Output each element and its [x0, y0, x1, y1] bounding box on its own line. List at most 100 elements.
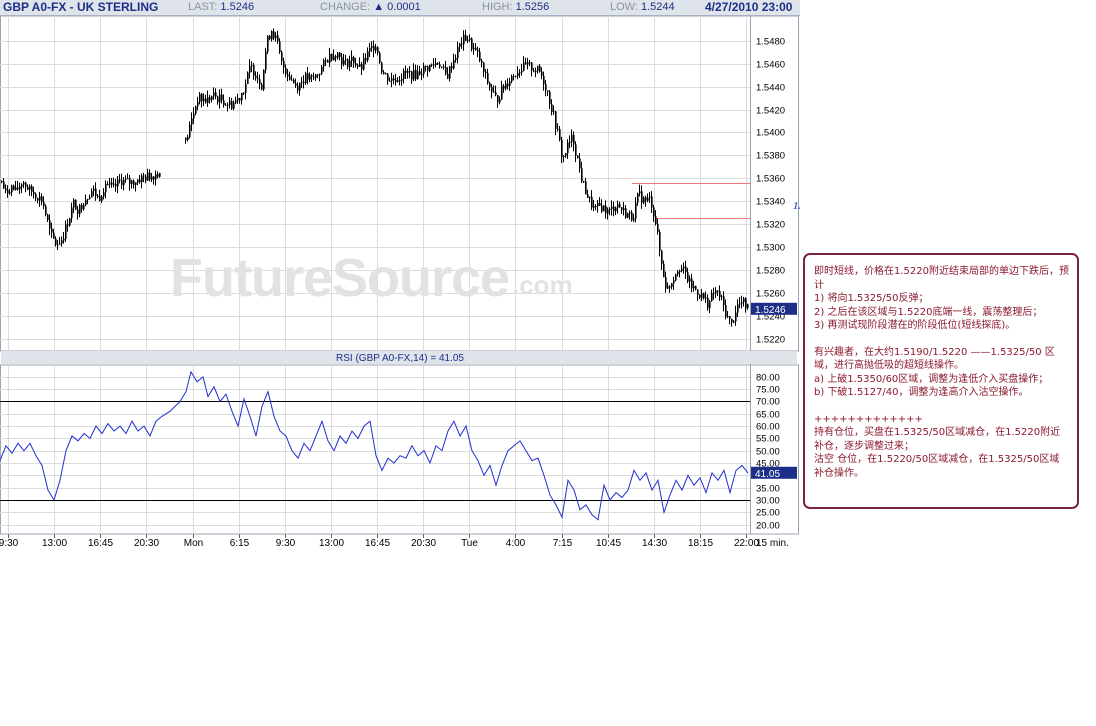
candle-body	[215, 92, 217, 97]
candle-body	[239, 98, 241, 101]
price-tick-label: 1.5460	[756, 60, 785, 71]
candle-body	[45, 206, 47, 215]
candle-body	[431, 64, 433, 66]
candle-body	[141, 175, 143, 182]
candle-body	[137, 179, 139, 183]
note-line: 即时短线，价格在1.5220附近结束局部的单边下跌后，预计	[814, 266, 1069, 291]
x-unit-label: 15 min.	[756, 538, 789, 549]
candle-body	[509, 81, 511, 87]
candle-body	[519, 72, 521, 74]
price-tick-label: 1.5220	[756, 335, 785, 346]
candle-body	[473, 47, 475, 50]
candle-body	[457, 46, 459, 58]
candle-body	[649, 196, 651, 198]
candle-body	[687, 272, 689, 282]
candle-body	[231, 101, 233, 109]
candle-body	[605, 205, 607, 214]
candle-body	[743, 298, 745, 303]
candle-body	[541, 71, 543, 76]
candle-body	[23, 182, 25, 185]
x-tick-label: 6:15	[230, 538, 250, 549]
candle-body	[321, 66, 323, 74]
candle-body	[371, 45, 373, 48]
price-tick-label: 1.5260	[756, 289, 785, 300]
candle-body	[105, 184, 107, 193]
candle-body	[657, 224, 659, 232]
candle-body	[47, 214, 49, 221]
candle-body	[207, 97, 209, 103]
candle-body	[369, 47, 371, 52]
candle-body	[591, 196, 593, 208]
candle-body	[69, 218, 71, 226]
candle-body	[663, 263, 665, 278]
candle-body	[641, 191, 643, 203]
candle-body	[49, 220, 51, 229]
price-tick-label: 1.5340	[756, 197, 785, 208]
watermark-main: FutureSource	[170, 248, 509, 308]
candle-body	[381, 62, 383, 73]
candle-body	[229, 101, 231, 105]
candle-body	[551, 104, 553, 113]
candle-body	[123, 179, 125, 186]
watermark-suffix: .com	[512, 270, 573, 300]
candle-body	[39, 196, 41, 201]
candle-body	[661, 250, 663, 264]
candle-body	[385, 73, 387, 75]
candle-body	[365, 58, 367, 61]
candle-body	[499, 99, 501, 103]
candle-body	[191, 118, 193, 125]
candle-body	[535, 70, 537, 72]
candle-body	[503, 85, 505, 89]
rsi-panel-frame	[0, 364, 799, 535]
candle-body	[261, 84, 263, 90]
candle-body	[435, 63, 437, 66]
note-line: +++++++++++++	[814, 413, 923, 425]
candle-body	[249, 65, 251, 73]
candle-body	[5, 188, 7, 191]
rsi-tick-label: 80.00	[756, 373, 780, 384]
candle-body	[211, 96, 213, 100]
candle-body	[241, 92, 243, 101]
candle-body	[311, 75, 313, 77]
candle-body	[569, 141, 571, 143]
x-tick-label: 10:45	[596, 538, 621, 549]
candle-body	[263, 69, 265, 90]
candle-body	[533, 70, 535, 72]
rsi-tick-label: 60.00	[756, 422, 780, 433]
x-tick-label: 9:30	[276, 538, 296, 549]
candle-body	[199, 93, 201, 102]
candle-body	[63, 238, 65, 241]
candle-body	[155, 174, 157, 180]
candle-body	[483, 62, 485, 72]
candle-body	[223, 100, 225, 106]
candle-body	[87, 198, 89, 200]
candle-body	[327, 60, 329, 63]
candle-body	[747, 304, 749, 308]
candle-body	[65, 224, 67, 239]
candle-body	[341, 56, 343, 65]
candle-body	[11, 185, 13, 193]
candle-body	[715, 290, 717, 294]
candle-body	[325, 60, 327, 62]
candle-body	[521, 70, 523, 73]
candle-body	[501, 85, 503, 100]
candle-body	[543, 75, 545, 85]
rsi-tick-label: 50.00	[756, 447, 780, 458]
candle-body	[421, 74, 423, 76]
candle-body	[697, 289, 699, 295]
x-tick-label: 4:00	[506, 538, 526, 549]
candle-body	[21, 184, 23, 187]
candle-body	[677, 271, 679, 275]
candle-body	[637, 193, 639, 203]
candle-body	[575, 144, 577, 156]
candle-body	[271, 31, 273, 40]
candle-body	[603, 205, 605, 212]
candle-body	[287, 74, 289, 77]
candle-body	[655, 216, 657, 225]
candle-body	[737, 304, 739, 313]
candle-body	[403, 70, 405, 79]
candle-body	[513, 75, 515, 77]
candle-body	[67, 224, 69, 226]
candle-body	[507, 83, 509, 87]
candle-body	[517, 72, 519, 77]
